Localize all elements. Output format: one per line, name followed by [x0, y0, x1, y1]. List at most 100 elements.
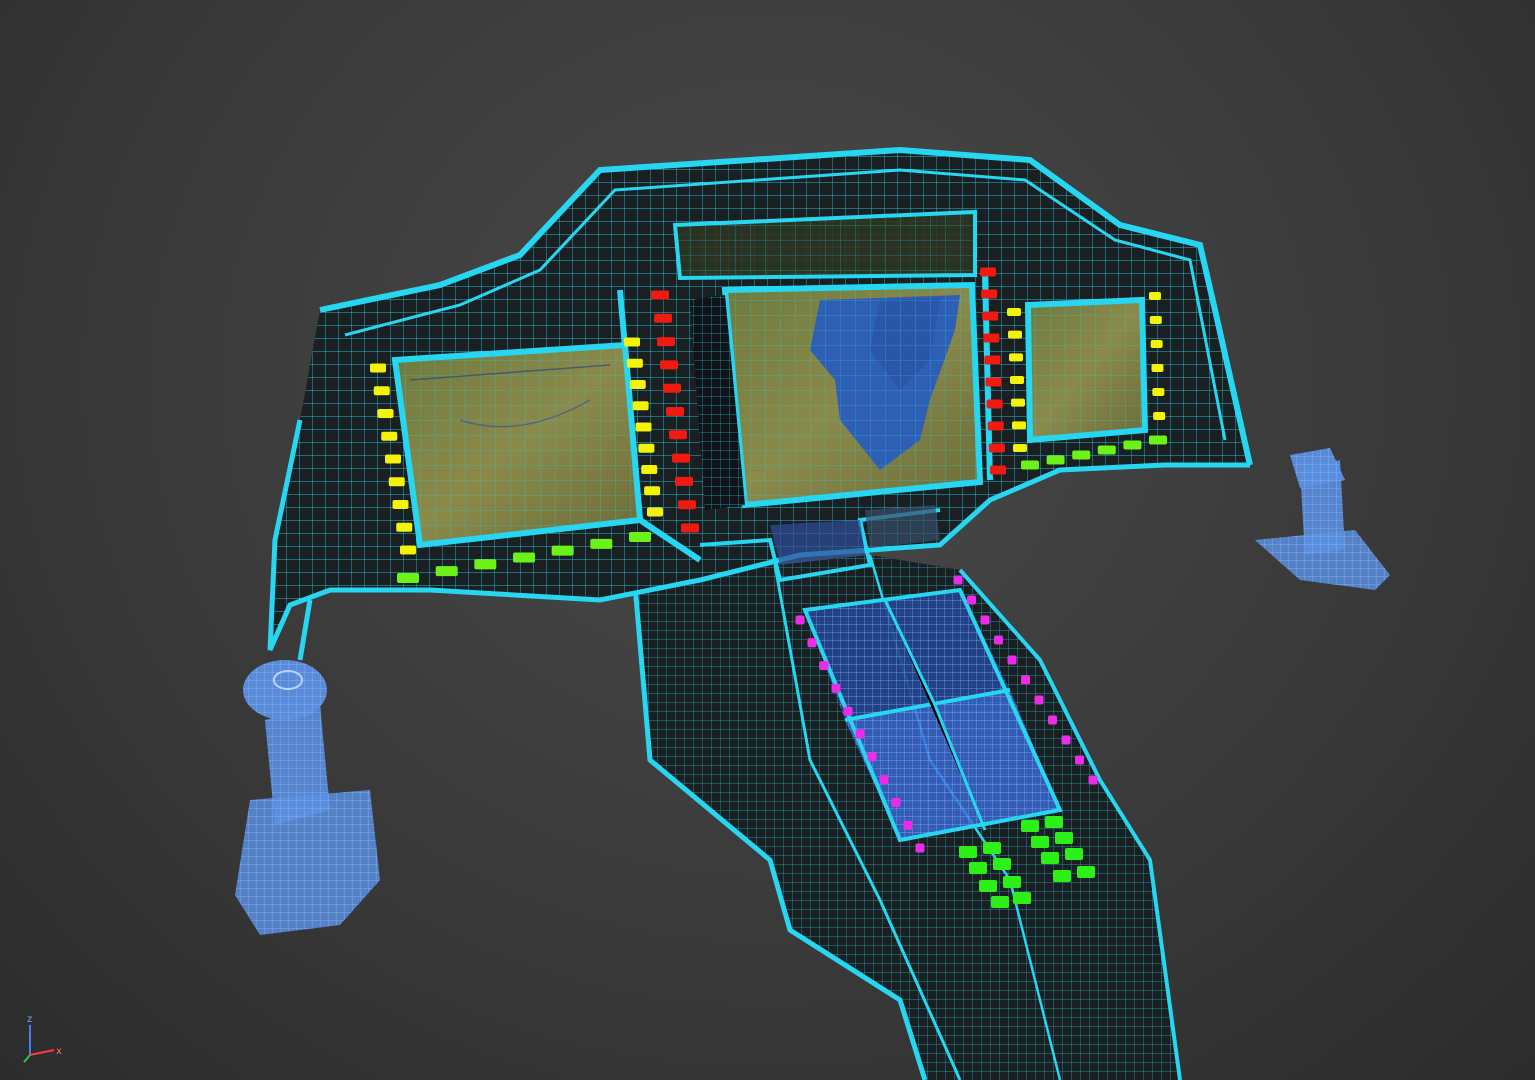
left-display-right-button[interactable]: [632, 401, 649, 411]
left-display-right-button[interactable]: [647, 507, 663, 517]
console-left-button[interactable]: [795, 615, 805, 625]
console-left-button[interactable]: [855, 729, 865, 739]
left-display-bottom-button[interactable]: [474, 559, 497, 570]
keypad-button[interactable]: [1045, 816, 1063, 828]
center-display-right-button[interactable]: [990, 465, 1006, 475]
right-display-left-button[interactable]: [1007, 308, 1021, 316]
keypad-button[interactable]: [979, 880, 997, 892]
keypad-button[interactable]: [1055, 832, 1073, 844]
center-display-left-button[interactable]: [669, 430, 687, 440]
keypad-button[interactable]: [1021, 820, 1039, 832]
center-display-left-button[interactable]: [654, 313, 672, 323]
keypad-button[interactable]: [1065, 848, 1083, 860]
console-left-button[interactable]: [915, 843, 925, 853]
keypad-button[interactable]: [1077, 866, 1095, 878]
keypad-button[interactable]: [991, 896, 1009, 908]
keypad-button[interactable]: [993, 858, 1011, 870]
center-display-right-button[interactable]: [985, 377, 1002, 387]
right-display-bottom-button[interactable]: [1072, 450, 1091, 460]
center-display-left-button[interactable]: [678, 500, 696, 510]
console-right-button[interactable]: [1007, 655, 1017, 665]
left-display-bottom-button[interactable]: [590, 538, 613, 549]
center-display-right-button[interactable]: [982, 311, 999, 321]
left-display-right-button[interactable]: [624, 337, 640, 347]
left-display-bottom-button[interactable]: [629, 532, 651, 542]
3d-viewport[interactable]: z x: [0, 0, 1535, 1080]
center-display-right-button[interactable]: [981, 289, 998, 299]
center-display-left-button[interactable]: [663, 383, 681, 393]
center-display-right-button[interactable]: [987, 421, 1004, 431]
keypad-button[interactable]: [1013, 892, 1031, 904]
left-display-left-button[interactable]: [381, 431, 398, 441]
right-display-right-button[interactable]: [1151, 364, 1164, 372]
right-display-right-button[interactable]: [1150, 340, 1163, 348]
left-display-bottom-button[interactable]: [435, 566, 458, 577]
center-display-left-button[interactable]: [657, 337, 675, 347]
left-display-bottom-button[interactable]: [513, 552, 535, 563]
console-left-button[interactable]: [831, 683, 841, 693]
console-right-button[interactable]: [967, 595, 976, 605]
right-display-left-button[interactable]: [1013, 444, 1027, 452]
left-display-right-button[interactable]: [644, 486, 661, 496]
center-display-left-button[interactable]: [672, 453, 690, 463]
center-display-right-button[interactable]: [983, 333, 1000, 343]
right-display-left-button[interactable]: [1010, 376, 1024, 384]
keypad-button[interactable]: [1003, 876, 1021, 888]
console-right-button[interactable]: [1021, 675, 1030, 685]
right-display-left-button[interactable]: [1012, 421, 1026, 430]
console-right-button[interactable]: [994, 635, 1003, 645]
left-display-left-button[interactable]: [385, 454, 401, 464]
console-right-button[interactable]: [1075, 755, 1084, 765]
console-right-button[interactable]: [1061, 735, 1071, 745]
keypad-button[interactable]: [983, 842, 1001, 854]
right-display-left-button[interactable]: [1009, 353, 1023, 362]
right-joystick[interactable]: [1255, 448, 1390, 590]
keypad-button[interactable]: [1053, 870, 1071, 882]
right-display-bottom-button[interactable]: [1149, 435, 1167, 445]
left-display-left-button[interactable]: [377, 409, 394, 418]
center-display-right-button[interactable]: [988, 443, 1005, 453]
console-right-button[interactable]: [980, 615, 990, 625]
left-display-right-button[interactable]: [635, 422, 652, 432]
keypad-button[interactable]: [969, 862, 987, 874]
console-right-button[interactable]: [1088, 775, 1098, 785]
right-display-bottom-button[interactable]: [1021, 460, 1039, 470]
right-display-right-button[interactable]: [1152, 388, 1165, 396]
center-display-left-button[interactable]: [651, 290, 669, 300]
keypad-button[interactable]: [1031, 836, 1049, 848]
console-right-button[interactable]: [953, 575, 963, 585]
left-joystick[interactable]: [235, 660, 380, 935]
right-display-bottom-button[interactable]: [1123, 440, 1142, 450]
center-display-left-button[interactable]: [675, 476, 693, 486]
right-display-bottom-button[interactable]: [1046, 455, 1065, 465]
right-display-left-button[interactable]: [1008, 330, 1022, 339]
keypad-button[interactable]: [1041, 852, 1059, 864]
center-display-right-button[interactable]: [980, 267, 996, 277]
center-display-left-button[interactable]: [666, 407, 684, 416]
console-left-button[interactable]: [891, 797, 901, 807]
left-display-right-button[interactable]: [638, 443, 655, 453]
left-display-right-button[interactable]: [641, 465, 658, 474]
console-left-button[interactable]: [807, 638, 817, 648]
left-display-left-button[interactable]: [392, 500, 409, 509]
left-display-bottom-button[interactable]: [551, 545, 574, 556]
right-display-right-button[interactable]: [1149, 292, 1161, 300]
right-display-right-button[interactable]: [1149, 316, 1162, 324]
left-display-left-button[interactable]: [400, 545, 416, 555]
left-display-left-button[interactable]: [370, 363, 386, 373]
left-display-left-button[interactable]: [388, 477, 405, 487]
keypad-button[interactable]: [959, 846, 977, 858]
left-display-right-button[interactable]: [629, 380, 646, 389]
left-display-right-button[interactable]: [626, 358, 643, 368]
left-display-bottom-button[interactable]: [397, 573, 419, 583]
console-left-button[interactable]: [879, 775, 889, 785]
console-left-button[interactable]: [843, 706, 853, 716]
center-display-right-button[interactable]: [986, 399, 1003, 409]
console-right-button[interactable]: [1048, 715, 1057, 725]
center-display-right-button[interactable]: [984, 355, 1001, 365]
right-display-bottom-button[interactable]: [1097, 445, 1116, 455]
left-display-left-button[interactable]: [396, 522, 413, 532]
right-display-left-button[interactable]: [1011, 398, 1025, 407]
console-left-button[interactable]: [867, 752, 877, 762]
wireframe-scene[interactable]: [0, 0, 1535, 1080]
